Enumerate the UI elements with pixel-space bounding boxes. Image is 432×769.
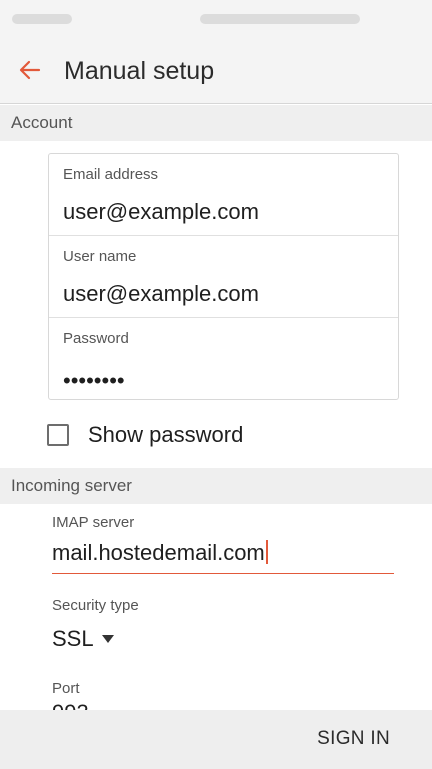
text-cursor (265, 540, 268, 564)
section-header-incoming: Incoming server (0, 468, 432, 504)
password-field[interactable]: Password •••••••• (49, 318, 398, 400)
email-value[interactable]: user@example.com (63, 199, 259, 225)
arrow-left-icon (19, 60, 41, 80)
password-value[interactable]: •••••••• (63, 368, 125, 394)
show-password-row[interactable]: Show password (47, 418, 347, 452)
section-header-account: Account (0, 105, 432, 141)
security-type-value: SSL (52, 626, 94, 651)
page-title: Manual setup (64, 57, 215, 85)
show-password-checkbox[interactable] (47, 424, 69, 446)
security-type-label: Security type (52, 597, 139, 614)
imap-server-label: IMAP server (52, 514, 135, 531)
status-bar (0, 0, 432, 40)
imap-server-input[interactable]: mail.hostedemail.com (52, 538, 394, 574)
username-field[interactable]: User name user@example.com (49, 236, 398, 318)
app-bar: Manual setup (0, 40, 432, 104)
imap-server-value: mail.hostedemail.com (52, 540, 265, 565)
password-label: Password (63, 330, 129, 347)
email-field[interactable]: Email address user@example.com (49, 154, 398, 236)
status-bar-blur (200, 14, 360, 24)
bottom-bar: SIGN IN (0, 710, 432, 769)
security-type-select[interactable]: SSL (52, 624, 114, 654)
sign-in-button[interactable]: SIGN IN (317, 728, 390, 750)
username-label: User name (63, 248, 137, 265)
username-value[interactable]: user@example.com (63, 281, 259, 307)
dropdown-arrow-icon (101, 635, 114, 643)
back-button[interactable] (14, 54, 46, 86)
email-label: Email address (63, 166, 159, 183)
account-card: Email address user@example.com User name… (48, 153, 399, 400)
show-password-label: Show password (88, 422, 244, 447)
status-bar-blur (12, 14, 72, 24)
port-label: Port (52, 680, 80, 697)
